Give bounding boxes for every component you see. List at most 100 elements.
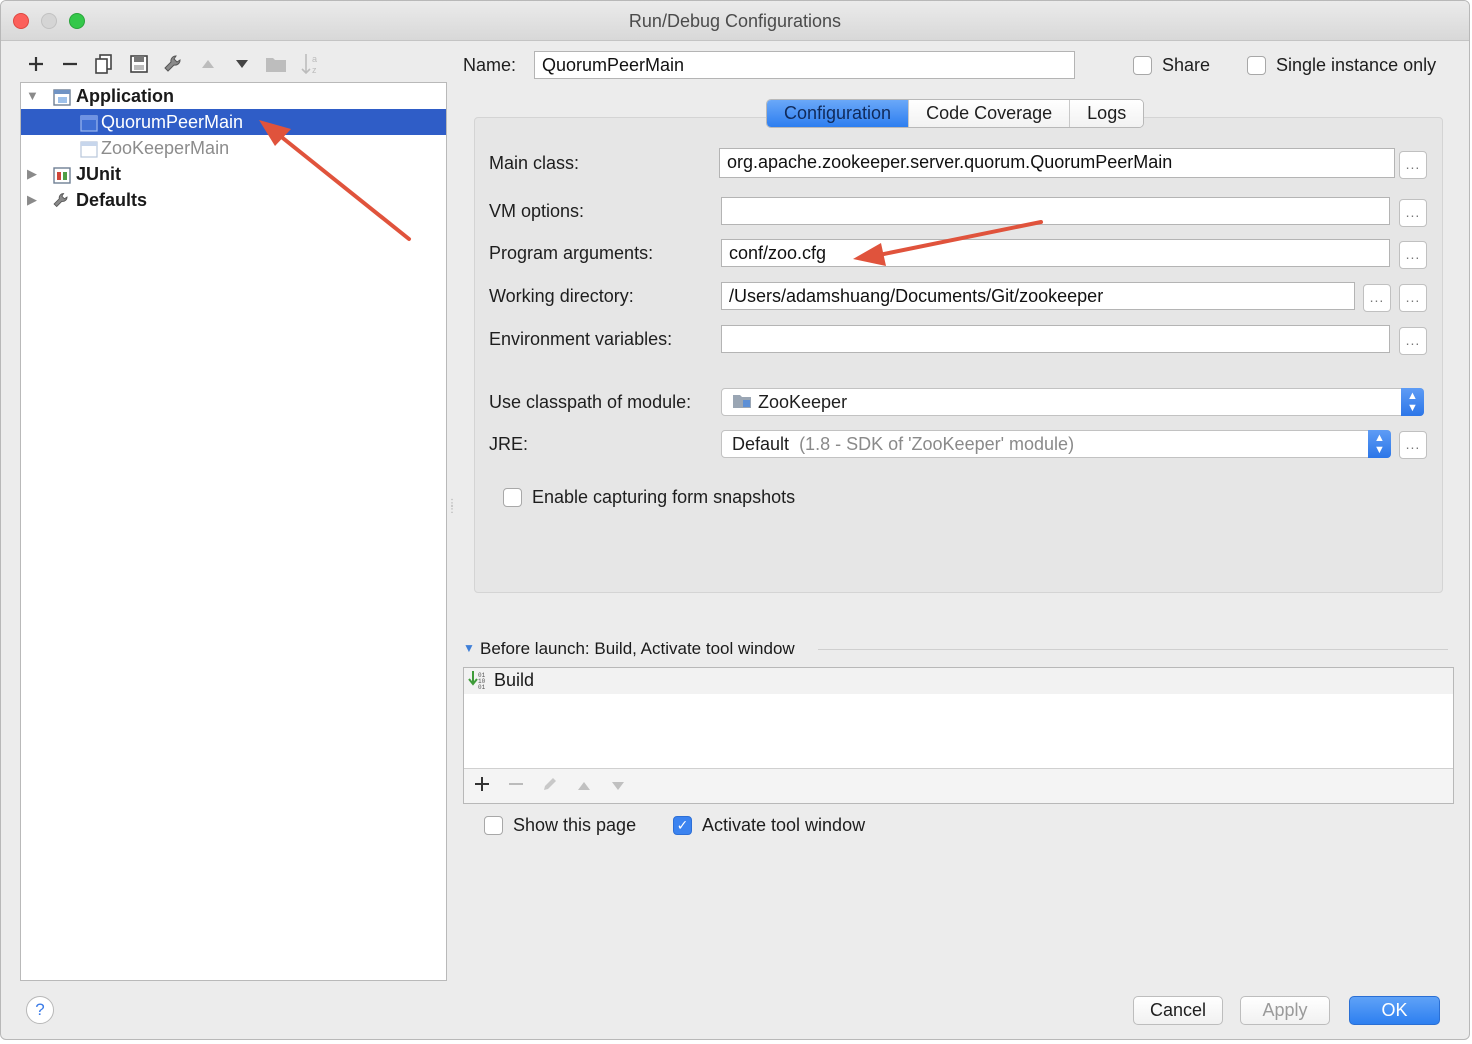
classpath-module-value: ZooKeeper [758,392,848,412]
junit-icon [53,165,71,184]
main-class-label: Main class: [489,153,580,173]
splitter-handle[interactable]: ⋮ ⋮ [447,499,457,525]
tree-item-junit[interactable]: ▶ JUnit [21,161,446,187]
jre-value: Default [732,434,790,454]
tree-item-label: ZooKeeperMain [101,138,230,158]
run-debug-configurations-dialog: Run/Debug Configurations az ▼ Applicatio… [0,0,1470,1040]
environment-variables-label: Environment variables: [489,329,673,349]
wrench-icon [51,191,69,208]
enable-snapshots-checkbox[interactable] [503,488,522,507]
select-stepper-icon: ▲ ▼ [1368,430,1391,458]
before-launch-toolbar [464,768,1453,803]
tree-item-label: Defaults [76,190,148,210]
activate-tool-window-checkbox[interactable]: ✓ [673,816,692,835]
close-window-button[interactable] [13,13,29,29]
name-label: Name: [463,55,517,75]
collapse-arrow-icon[interactable]: ▶ [27,161,37,187]
program-arguments-label: Program arguments: [489,243,654,263]
jre-detail: (1.8 - SDK of 'ZooKeeper' module) [799,434,1075,454]
move-up-icon[interactable] [576,775,592,798]
share-label[interactable]: Share [1162,55,1210,76]
sort-icon[interactable]: az [299,52,323,76]
config-icon [80,113,98,132]
list-item[interactable]: 01 10 01 Build [464,668,1453,694]
jre-browse-button[interactable]: ... [1399,431,1427,459]
remove-icon[interactable] [508,775,524,798]
main-class-browse-button[interactable]: ... [1399,151,1427,179]
module-folder-icon [732,390,752,416]
select-stepper-icon: ▲ ▼ [1401,388,1424,416]
classpath-label: Use classpath of module: [489,392,692,412]
expand-arrow-icon[interactable]: ▼ [26,83,39,109]
jre-label: JRE: [489,434,529,454]
config-icon [80,139,98,158]
show-this-page-label[interactable]: Show this page [513,815,636,836]
move-down-icon[interactable] [230,52,254,76]
share-checkbox[interactable] [1133,56,1152,75]
before-launch-header[interactable]: ▼ Before launch: Build, Activate tool wi… [463,639,1453,661]
before-launch-title: Before launch: Build, Activate tool wind… [480,639,795,658]
vm-options-label: VM options: [489,201,585,221]
wrench-icon[interactable] [161,52,185,76]
tree-item-quorumpeermain[interactable]: QuorumPeerMain [21,109,446,135]
tab-bar: Configuration Code Coverage Logs [766,99,1145,128]
svg-text:a: a [312,54,317,64]
tree-item-label: Application [76,86,174,106]
edit-icon[interactable] [541,775,559,799]
title-bar: Run/Debug Configurations [1,1,1469,41]
show-this-page-checkbox[interactable] [484,816,503,835]
before-launch-toggle-icon[interactable]: ▼ [463,641,475,655]
environment-variables-field[interactable] [721,325,1390,353]
svg-text:01: 01 [478,684,486,690]
before-launch-list[interactable]: 01 10 01 Build [463,667,1454,804]
configuration-tree[interactable]: ▼ Application QuorumPeerMain ZooKeeperMa… [20,82,447,981]
folder-icon[interactable] [264,52,288,76]
working-directory-macro-button[interactable]: ... [1399,284,1427,312]
ok-button[interactable]: OK [1349,996,1440,1025]
list-item-label: Build [494,670,535,690]
window-title: Run/Debug Configurations [628,11,842,31]
program-arguments-field[interactable]: conf/zoo.cfg [721,239,1390,267]
add-icon[interactable] [24,52,48,76]
apply-button[interactable]: Apply [1240,996,1330,1025]
tree-item-defaults[interactable]: ▶ Defaults [21,187,446,213]
tab-code-coverage[interactable]: Code Coverage [909,100,1071,127]
tree-item-label: JUnit [76,164,121,184]
help-button[interactable]: ? [26,996,54,1024]
build-icon: 01 10 01 [468,670,486,695]
move-up-icon[interactable] [196,52,220,76]
tab-logs[interactable]: Logs [1070,100,1144,127]
environment-variables-edit-button[interactable]: ... [1399,327,1427,355]
single-instance-label[interactable]: Single instance only [1276,55,1436,76]
vm-options-field[interactable] [721,197,1390,225]
tree-item-application[interactable]: ▼ Application [21,83,446,109]
activate-tool-window-label[interactable]: Activate tool window [702,815,865,836]
main-class-field[interactable]: org.apache.zookeeper.server.quorum.Quoru… [719,148,1395,178]
name-field[interactable]: QuorumPeerMain [534,51,1075,79]
classpath-module-select[interactable]: ZooKeeper ▲ ▼ [721,388,1424,416]
tree-item-label: QuorumPeerMain [101,112,244,132]
enable-snapshots-label[interactable]: Enable capturing form snapshots [532,487,795,508]
working-directory-browse-button[interactable]: ... [1363,284,1391,312]
jre-select[interactable]: Default (1.8 - SDK of 'ZooKeeper' module… [721,430,1391,458]
add-icon[interactable] [474,775,490,798]
configuration-panel [474,117,1443,593]
move-down-icon[interactable] [610,775,626,798]
remove-icon[interactable] [58,52,82,76]
collapse-arrow-icon[interactable]: ▶ [27,187,37,213]
svg-text:z: z [312,65,317,75]
program-arguments-expand-button[interactable]: ... [1399,241,1427,269]
cancel-button[interactable]: Cancel [1133,996,1223,1025]
save-icon[interactable] [127,52,151,76]
copy-icon[interactable] [92,52,116,76]
tree-item-zookeepermain[interactable]: ZooKeeperMain [21,135,446,161]
working-directory-field[interactable]: /Users/adamshuang/Documents/Git/zookeepe… [721,282,1355,310]
divider [818,649,1448,650]
maximize-window-button[interactable] [69,13,85,29]
tab-configuration[interactable]: Configuration [767,100,910,127]
working-directory-label: Working directory: [489,286,634,306]
minimize-window-button[interactable] [41,13,57,29]
vm-options-expand-button[interactable]: ... [1399,199,1427,227]
application-icon [53,87,71,106]
single-instance-checkbox[interactable] [1247,56,1266,75]
